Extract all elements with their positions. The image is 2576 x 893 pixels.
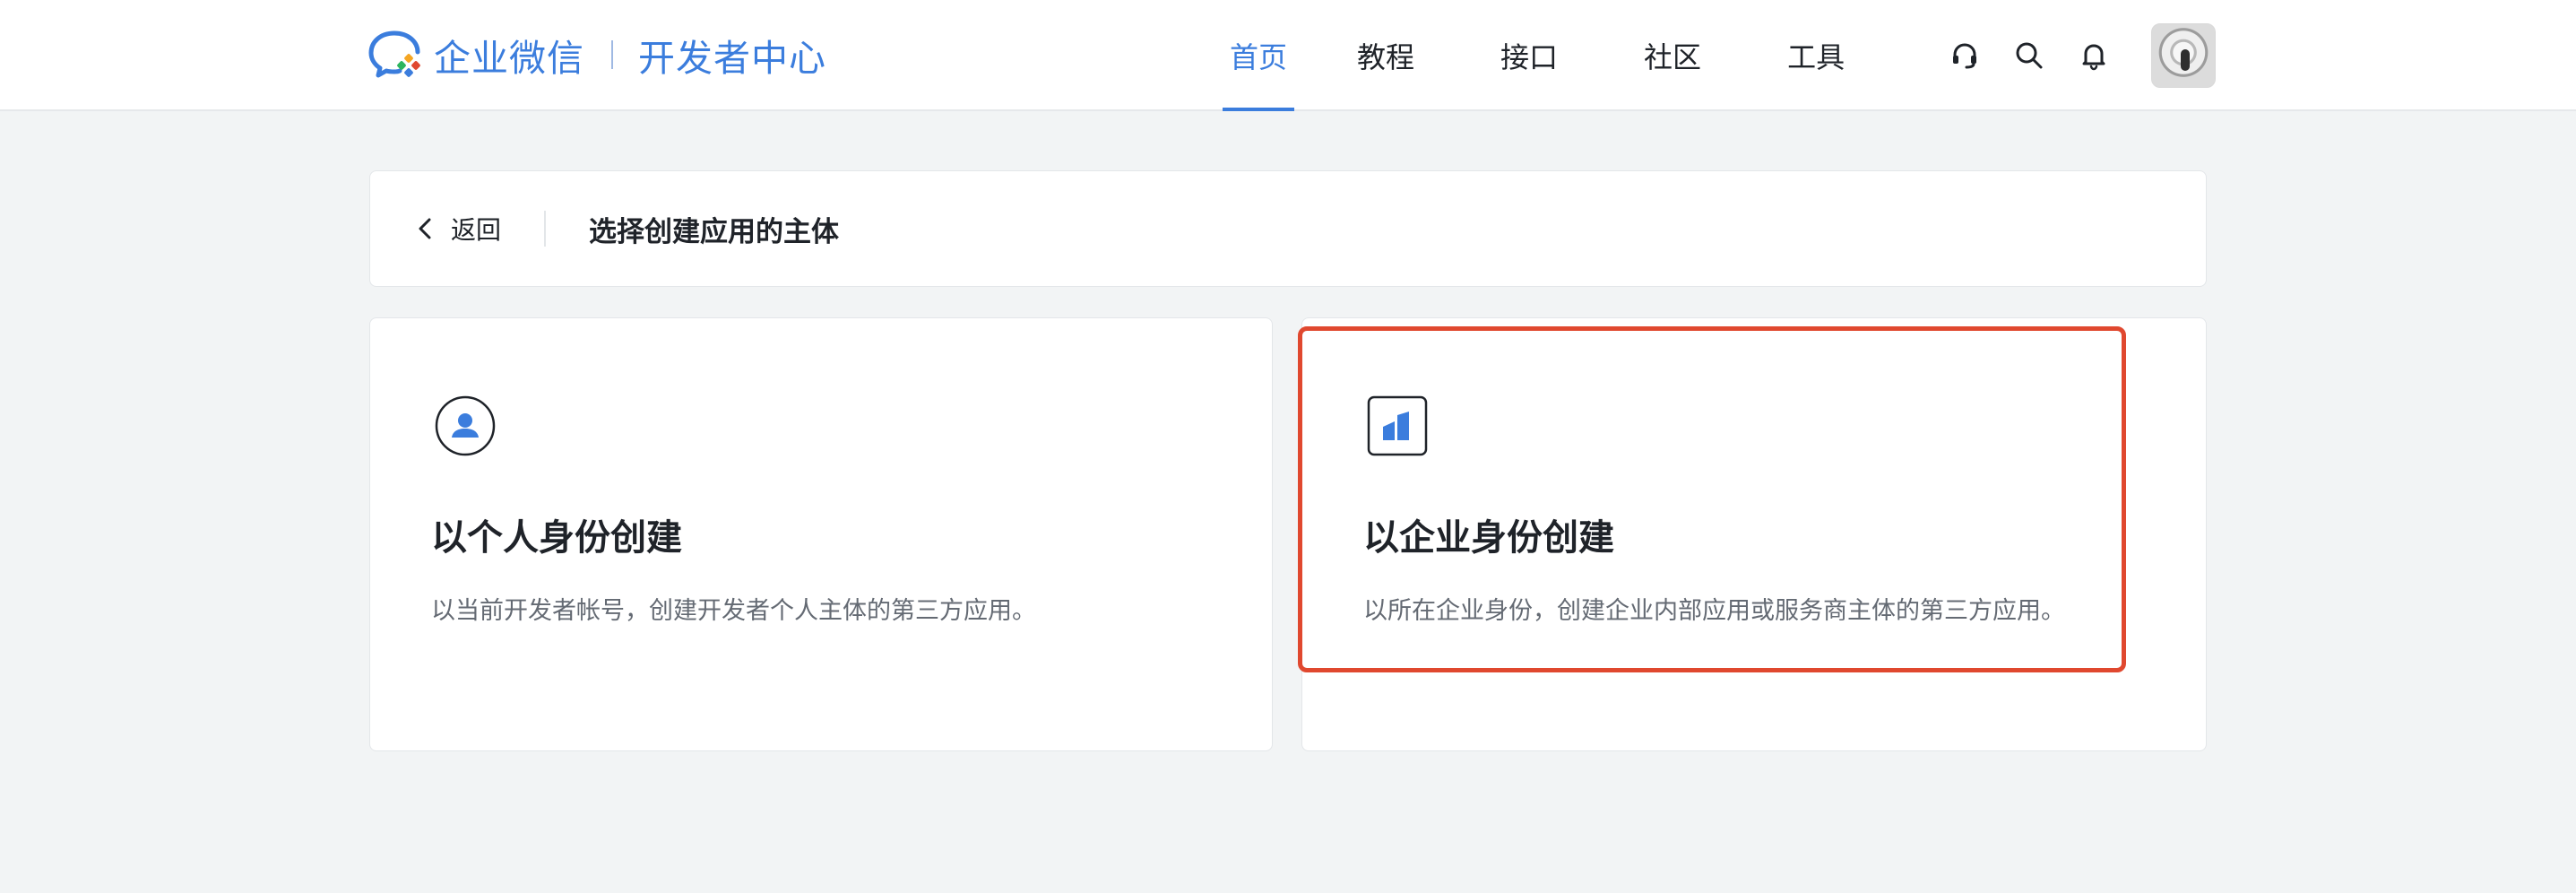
page-title: 选择创建应用的主体 [589,215,840,248]
header-divider [544,211,547,247]
toolbar [1945,20,2216,91]
option-title: 以企业身份创建 [1363,517,1614,559]
bell-icon[interactable] [2074,36,2114,75]
nav-item-tutorials[interactable]: 教程 [1350,0,1422,111]
option-description: 以所在企业身份，创建企业内部应用或服务商主体的第三方应用。 [1363,597,2065,625]
brand-divider [611,40,613,69]
person-icon [435,395,496,456]
search-icon[interactable] [2010,36,2049,75]
nav-item-home[interactable]: 首页 [1223,0,1295,111]
top-navigation-bar: 企业微信 开发者中心 首页 教程 接口 社区 工具 [0,0,2576,111]
nav-item-community[interactable]: 社区 [1637,0,1708,111]
option-card-enterprise[interactable]: 以企业身份创建 以所在企业身份，创建企业内部应用或服务商主体的第三方应用。 [1301,317,2207,751]
main-nav: 首页 教程 接口 社区 工具 [1223,0,1852,111]
wecom-logo-icon [367,28,427,82]
avatar[interactable] [2151,23,2216,88]
nav-item-tools[interactable]: 工具 [1780,0,1852,111]
option-description: 以当前开发者帐号，创建开发者个人主体的第三方应用。 [431,597,1036,625]
brand[interactable]: 企业微信 开发者中心 [367,27,826,82]
option-card-personal[interactable]: 以个人身份创建 以当前开发者帐号，创建开发者个人主体的第三方应用。 [369,317,1273,751]
back-label: 返回 [451,215,502,245]
brand-subtitle: 开发者中心 [638,37,826,80]
headset-icon[interactable] [1945,36,1984,75]
chevron-left-icon [413,216,438,241]
back-button[interactable]: 返回 [413,202,501,256]
brand-name: 企业微信 [434,37,584,80]
building-icon [1367,395,1428,456]
nav-item-api[interactable]: 接口 [1493,0,1565,111]
page-header: 返回 选择创建应用的主体 [369,170,2207,287]
option-title: 以个人身份创建 [431,517,682,559]
